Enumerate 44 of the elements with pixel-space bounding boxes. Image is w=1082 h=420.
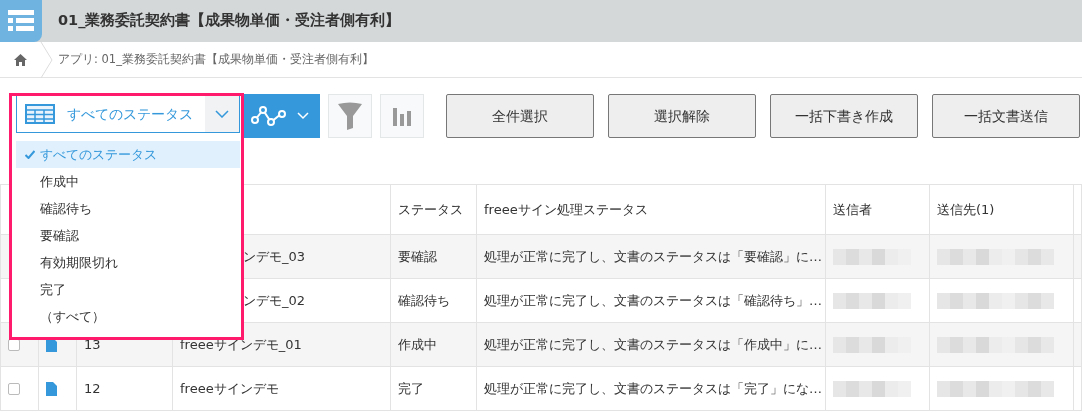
status-option[interactable]: 作成中 <box>16 168 240 195</box>
line-chart-icon <box>251 105 289 127</box>
document-icon[interactable] <box>46 338 57 353</box>
column-header: freeeサイン処理ステータス <box>484 201 648 217</box>
action-button[interactable]: 全件選択 <box>446 94 594 138</box>
table-icon <box>25 104 55 124</box>
record-name: ンデモ_03 <box>243 248 306 264</box>
status-option[interactable]: 確認待ち <box>16 195 240 222</box>
status-text: 作成中 <box>398 336 437 352</box>
column-header: 送信先(1) <box>937 201 995 217</box>
checkmark-icon <box>25 150 35 159</box>
action-button[interactable]: 一括下書き作成 <box>770 94 918 138</box>
process-status-text: 処理が正常に完了し、文書のステータスは「作成中」に… <box>484 336 822 352</box>
status-text: 完了 <box>398 380 424 396</box>
action-button[interactable]: 一括文書送信 <box>932 94 1080 138</box>
status-text: 確認待ち <box>398 292 450 308</box>
chart-button[interactable] <box>380 94 424 138</box>
app-list-icon[interactable] <box>0 0 42 42</box>
process-status-text: 処理が正常に完了し、文書のステータスは「完了」にな… <box>484 380 822 396</box>
document-icon[interactable] <box>46 382 57 397</box>
row-checkbox[interactable] <box>8 383 20 396</box>
breadcrumb-link[interactable]: アプリ: 01_業務委託契約書【成果物単価・受注者側有利】 <box>58 50 374 69</box>
record-number: 12 <box>84 380 101 396</box>
column-header: ステータス <box>398 201 463 217</box>
column-header: 送信者 <box>833 201 872 217</box>
app-title: 01_業務委託契約書【成果物単価・受注者側有利】 <box>58 11 401 31</box>
record-name: freeeサインデモ_01 <box>180 336 302 352</box>
status-option[interactable]: 完了 <box>16 276 240 303</box>
status-option[interactable]: 有効期限切れ <box>16 249 240 276</box>
filter-icon <box>338 102 362 130</box>
record-name: freeeサインデモ <box>180 380 279 396</box>
status-option[interactable]: 要確認 <box>16 222 240 249</box>
caret-icon <box>297 112 309 120</box>
filter-button[interactable] <box>328 94 372 138</box>
process-status-text: 処理が正常に完了し、文書のステータスは「要確認」に… <box>484 248 822 264</box>
status-text: 要確認 <box>398 248 437 264</box>
home-icon[interactable] <box>13 53 27 66</box>
action-button[interactable]: 選択解除 <box>608 94 756 138</box>
record-number: 13 <box>84 336 101 352</box>
status-option[interactable]: （すべて） <box>16 303 240 330</box>
caret-icon <box>215 110 229 118</box>
bar-chart-icon <box>393 106 411 126</box>
process-status-text: 処理が正常に完了し、文書のステータスは「確認待ち」… <box>484 292 822 308</box>
record-name: ンデモ_02 <box>243 292 306 308</box>
